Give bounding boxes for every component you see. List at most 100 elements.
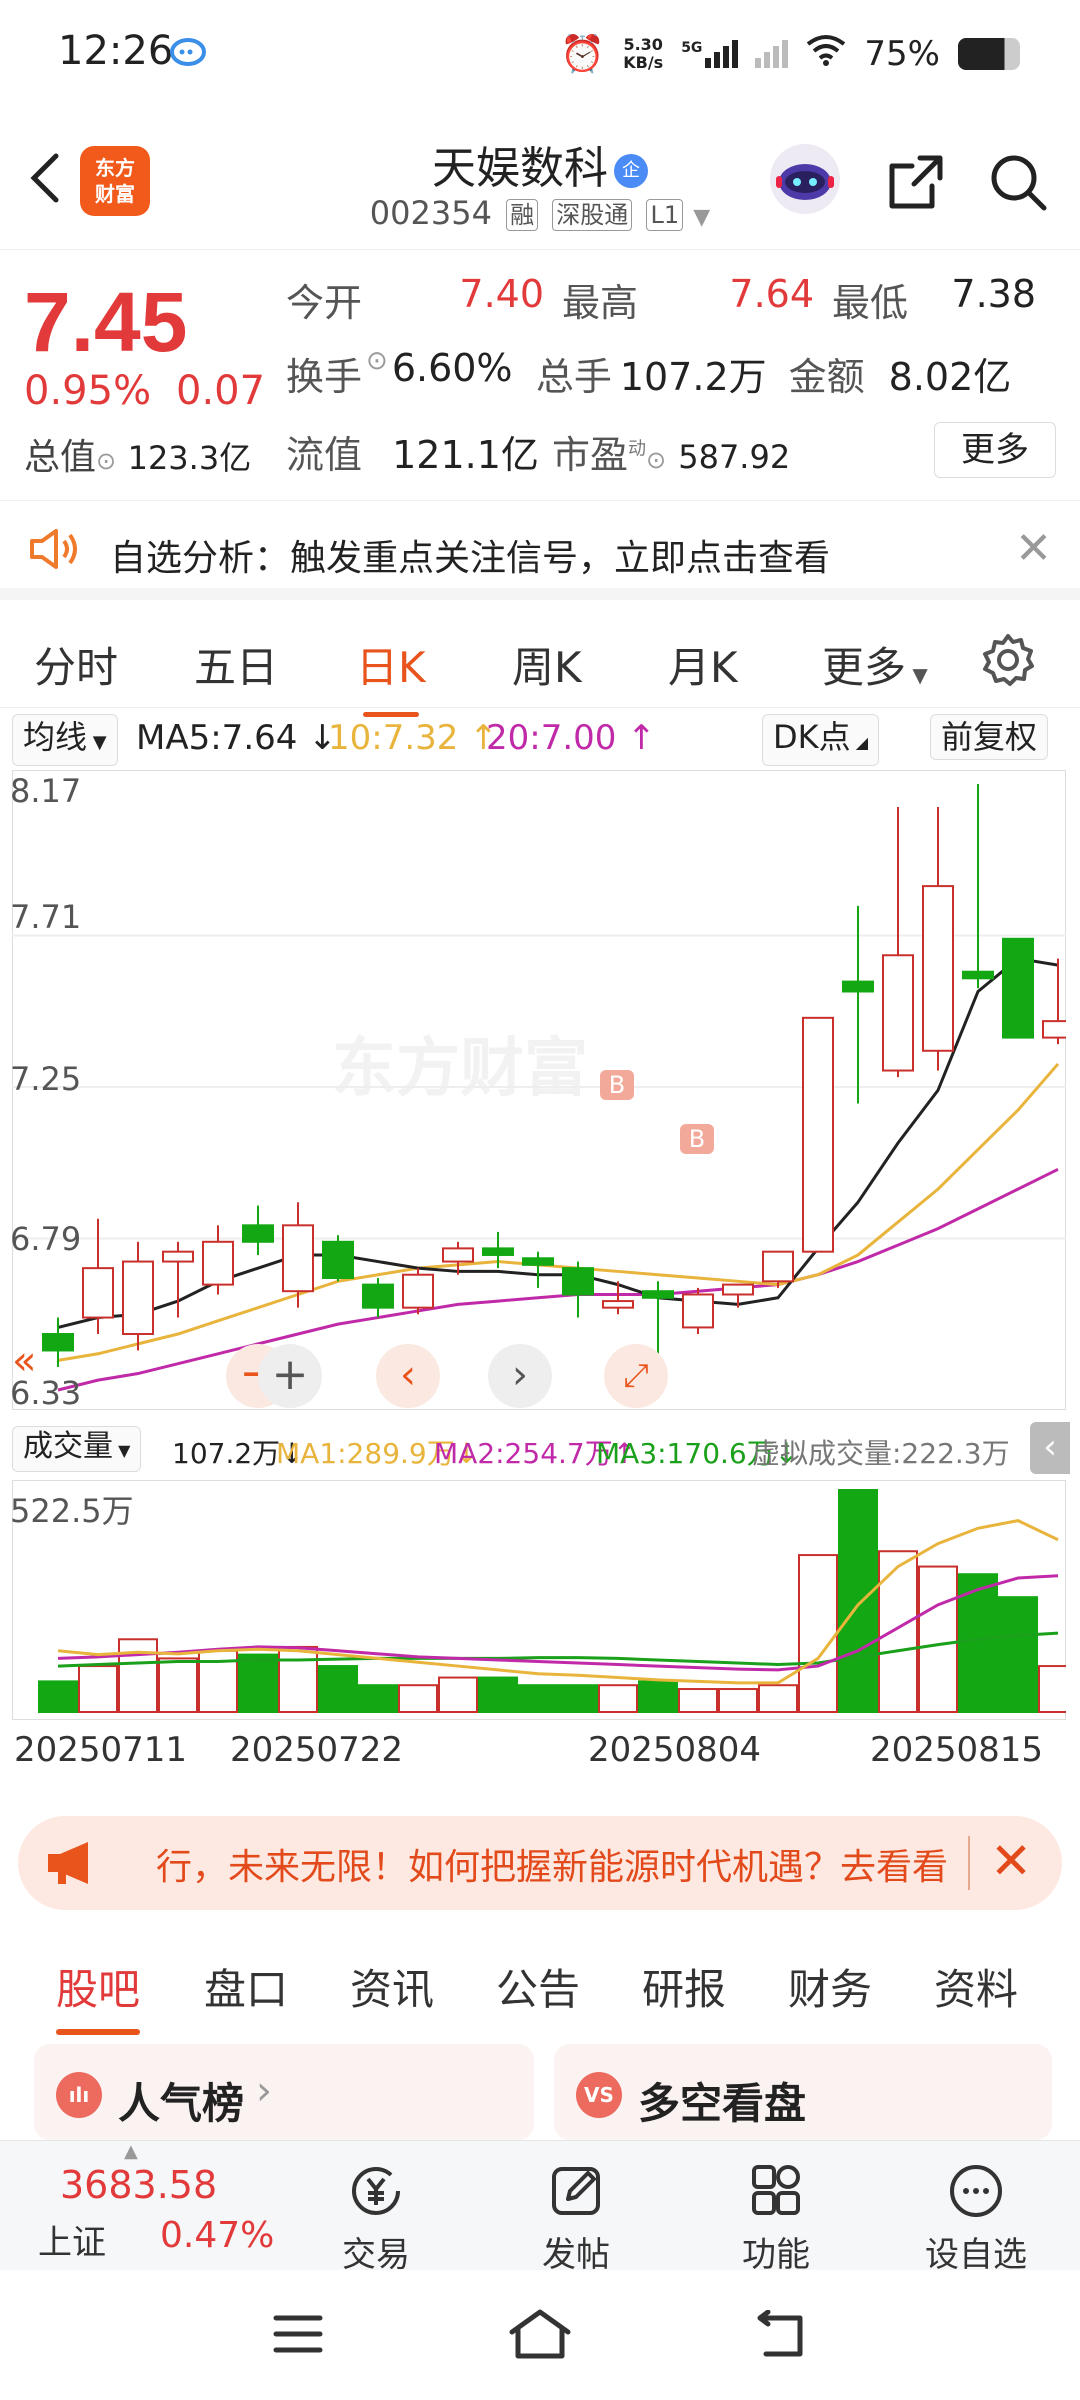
nav-post[interactable]: 发帖 [506, 2141, 646, 2276]
tab-intraday[interactable]: 分时 [34, 634, 118, 695]
date-label: 20250815 [870, 1730, 1044, 1770]
tab-announcements[interactable]: 公告 [496, 1956, 580, 2017]
candle-body [682, 1293, 714, 1329]
volume-max-label: 522.5万 [10, 1492, 134, 1530]
tab-weekly-k[interactable]: 周K [512, 634, 582, 695]
info-icon[interactable]: ⊙ [646, 446, 666, 474]
period-tabs: 分时 五日 日K 周K 月K 更多 ▼ [0, 612, 1080, 717]
tab-orderbook[interactable]: 盘口 [204, 1956, 288, 2017]
info-icon[interactable]: ⊙ [96, 447, 116, 475]
tab-monthly-k[interactable]: 月K [668, 634, 738, 695]
candle-body [282, 1224, 314, 1293]
candlestick-chart[interactable]: 东方财富 8.17 7.71 7.25 6.79 6.33 B B « − + … [10, 769, 1074, 1412]
tag-margin: 融 [506, 199, 539, 231]
tab-news[interactable]: 资讯 [350, 1956, 434, 2017]
tab-research[interactable]: 研报 [642, 1956, 726, 2017]
close-icon[interactable]: ✕ [990, 1832, 1032, 1890]
zoom-in-button[interactable]: + [258, 1344, 322, 1408]
change-percent: 0.95% [24, 368, 152, 414]
tab-profile[interactable]: 资料 [934, 1956, 1018, 2017]
tag-connect: 深股通 [552, 199, 633, 231]
settings-gear-icon[interactable] [980, 632, 1036, 688]
volume-bar [118, 1638, 158, 1713]
tab-five-day[interactable]: 五日 [194, 634, 278, 695]
open-value: 7.40 [459, 272, 544, 316]
chat-icon [168, 36, 208, 70]
analysis-notice[interactable]: 自选分析：触发重点关注信号，立即点击查看 ✕ [0, 500, 1080, 600]
popularity-card[interactable]: ılı 人气榜 › [34, 2044, 534, 2140]
dk-point-button[interactable]: DK点 ◢ [762, 714, 880, 766]
virtual-volume: 虚拟成交量:222.3万 [752, 1437, 1010, 1470]
menu-icon[interactable] [272, 2312, 324, 2356]
volume-bar [438, 1676, 478, 1714]
fullscreen-icon[interactable]: ⤢ [604, 1344, 668, 1408]
volume-bar [158, 1657, 198, 1713]
volume-indicator-row: 成交量 ▼ 107.2万↓ MA1:289.9万↓ MA2:254.7万↑ MA… [0, 1420, 1080, 1480]
index-value: 3683.58 [60, 2163, 218, 2207]
stock-code: 002354 [369, 194, 492, 232]
status-time: 12:26 [58, 28, 174, 74]
nav-functions[interactable]: 功能 [706, 2141, 846, 2276]
volume-bar [878, 1550, 918, 1713]
y-tick-2: 7.71 [10, 898, 82, 936]
share-icon[interactable] [884, 150, 948, 214]
vs-icon: VS [576, 2072, 622, 2118]
return-icon[interactable] [752, 2309, 808, 2360]
ma-indicator-row: 均线 ▼ MA5:7.64 ↓ 10:7.32 ↑ 20:7.00 ↑ DK点 … [0, 710, 1080, 766]
collapse-panel-icon[interactable]: ‹ [1030, 1422, 1070, 1474]
nav-trade[interactable]: 交易 [306, 2141, 446, 2276]
chevron-right-icon: › [256, 2068, 272, 2114]
bottom-nav: ▲ 3683.58 上证 0.47% 交易 发帖 功能 设自选 [0, 2140, 1080, 2275]
volume-bar [558, 1684, 598, 1713]
volume-selector[interactable]: 成交量 ▼ [12, 1426, 142, 1472]
scroll-left-fast-icon[interactable]: « [12, 1338, 60, 1386]
volume-chart[interactable]: 522.5万 [10, 1479, 1078, 1721]
info-icon[interactable]: ⊙ [366, 346, 388, 401]
megaphone-icon [44, 1838, 104, 1888]
volume-bar [638, 1680, 678, 1713]
home-icon[interactable] [506, 2306, 574, 2362]
tab-forum[interactable]: 股吧 [56, 1956, 141, 2035]
low-value: 7.38 [951, 272, 1036, 316]
search-icon[interactable] [986, 150, 1050, 214]
candle-body [642, 1290, 674, 1299]
candle-body [322, 1240, 354, 1280]
candle-body [602, 1300, 634, 1309]
robot-assistant-icon[interactable] [770, 144, 840, 214]
candle-body [762, 1250, 794, 1283]
more-quote-button[interactable]: 更多 [934, 422, 1056, 478]
candle-body [882, 954, 914, 1072]
date-label: 20250804 [588, 1730, 762, 1770]
y-tick-4: 6.79 [10, 1220, 82, 1258]
date-label: 20250722 [230, 1730, 404, 1770]
volume-bar [678, 1688, 718, 1714]
quote-row-2: 换手 ⊙ 6.60% 总手 107.2万 金额 8.02亿 [286, 346, 1056, 401]
scroll-right-button[interactable]: › [488, 1344, 552, 1408]
scroll-left-button[interactable]: ‹ [376, 1344, 440, 1408]
banner-text: 行，未来无限！如何把握新能源时代机遇？去看看 [156, 1847, 949, 1888]
nav-add-watchlist[interactable]: 设自选 [906, 2141, 1046, 2276]
index-ticker[interactable]: ▲ 3683.58 上证 0.47% [0, 2141, 280, 2271]
close-icon[interactable]: ✕ [1015, 523, 1052, 574]
chart-watermark: 东方财富 [332, 1032, 588, 1104]
buy-marker[interactable]: B [680, 1124, 714, 1154]
card-label: 人气榜 [118, 2079, 245, 2128]
tab-financials[interactable]: 财务 [788, 1956, 872, 2017]
candle-body [162, 1250, 194, 1263]
mktcap-value: 123.3亿 [127, 439, 252, 477]
tab-more[interactable]: 更多 ▼ [822, 634, 928, 695]
price-adjust-button[interactable]: 前复权 [930, 714, 1049, 760]
volume-bar [998, 1596, 1038, 1713]
ma-selector[interactable]: 均线 ▼ [12, 714, 118, 766]
buy-marker[interactable]: B [600, 1070, 634, 1100]
volume-bar [718, 1688, 758, 1714]
volume-bar [278, 1645, 318, 1713]
tab-daily-k[interactable]: 日K [356, 634, 426, 717]
promo-banner[interactable]: 行，未来无限！如何把握新能源时代机遇？去看看 ✕ [18, 1816, 1062, 1910]
quote-row-3: 总值⊙ 123.3亿 [24, 428, 251, 480]
y-tick-3: 7.25 [10, 1060, 82, 1098]
candle-body [842, 980, 874, 993]
bull-bear-card[interactable]: VS 多空看盘 [554, 2044, 1052, 2140]
ma20-value: 20:7.00 ↑ [486, 718, 656, 758]
volume-bar [38, 1680, 78, 1713]
